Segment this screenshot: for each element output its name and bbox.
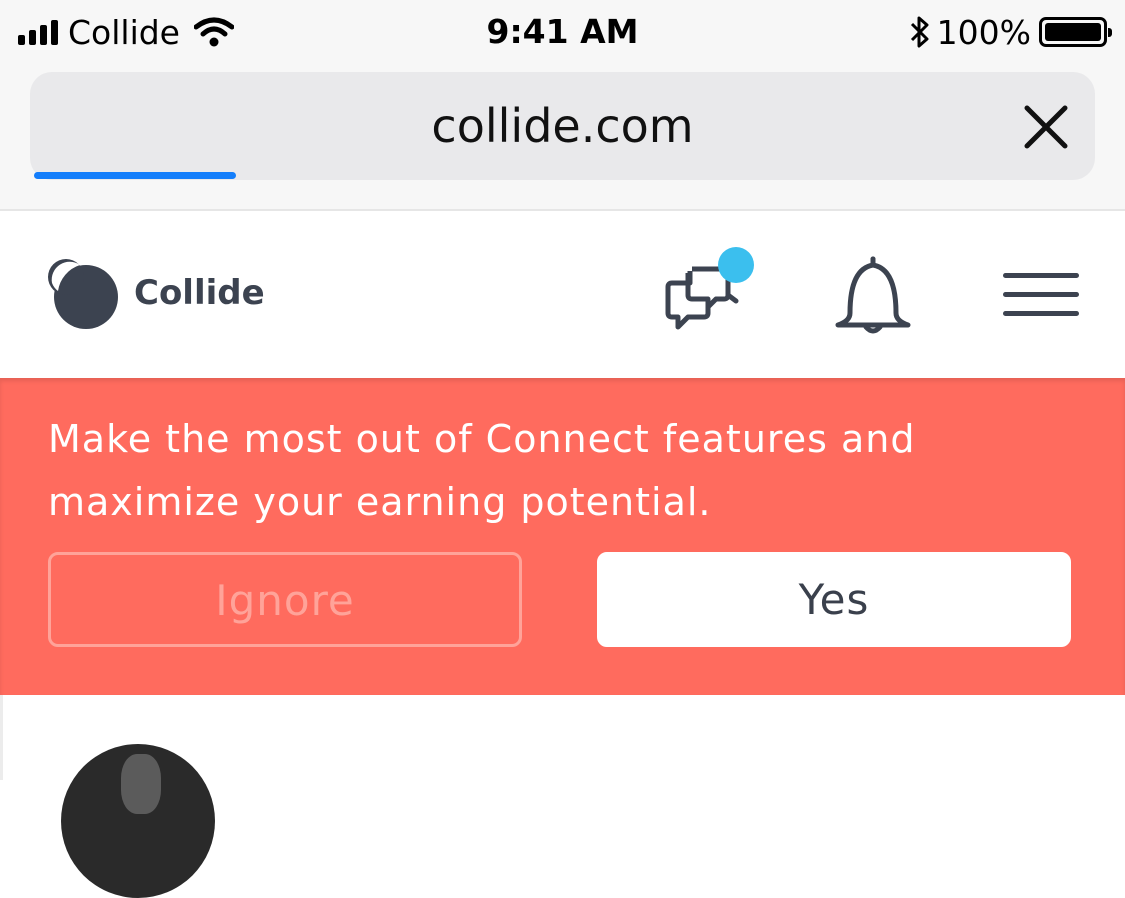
feed-content — [0, 695, 1125, 898]
chat-notification-badge — [718, 247, 754, 283]
status-bar: Collide 9:41 AM 100% — [0, 0, 1125, 64]
bell-icon[interactable] — [832, 255, 914, 335]
bluetooth-icon — [910, 16, 929, 48]
battery-icon — [1039, 17, 1112, 47]
ignore-button[interactable]: Ignore — [48, 552, 522, 647]
yes-button[interactable]: Yes — [597, 552, 1071, 647]
avatar[interactable] — [61, 744, 215, 898]
battery-percent: 100% — [936, 12, 1031, 52]
chat-icon[interactable] — [664, 247, 760, 335]
menu-icon[interactable] — [1001, 271, 1081, 319]
close-icon[interactable] — [1021, 102, 1071, 152]
collide-logo-icon — [48, 259, 118, 329]
collide-logo[interactable]: Collide — [46, 257, 265, 329]
page-load-progress-bar — [34, 172, 236, 179]
site-header: Collide — [0, 211, 1125, 378]
logo-text: Collide — [134, 273, 265, 313]
status-right: 100% — [909, 10, 1112, 54]
url-text[interactable]: collide.com — [30, 72, 1095, 180]
connect-features-banner: Make the most out of Connect features an… — [0, 378, 1125, 695]
banner-message: Make the most out of Connect features an… — [48, 417, 916, 524]
browser-toolbar: collide.com — [0, 64, 1125, 211]
address-bar[interactable]: collide.com — [30, 72, 1095, 180]
